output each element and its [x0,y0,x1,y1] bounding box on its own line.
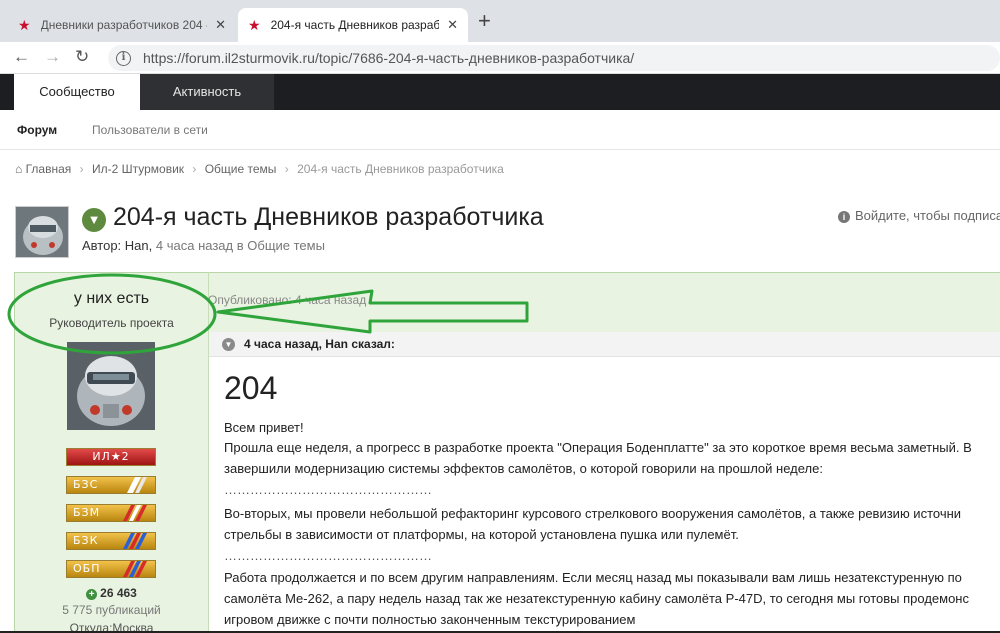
posts-count: 5 775 публикаций [62,603,161,617]
breadcrumb-item[interactable]: Ил-2 Штурмовик [92,162,184,176]
topic-title: 204-я часть Дневников разработчика [113,203,544,231]
tab-title: Дневники разработчиков 204 - Об [40,18,208,32]
quote-author: 4 часа назад, Han сказал: [244,337,395,351]
home-icon: ⌂ [15,162,23,176]
rank-badge: ИЛ★2 [66,448,156,466]
info-icon: i [838,211,850,223]
breadcrumb-separator: › [192,162,197,176]
post-line: Работа продолжается и по всем другим нап… [224,570,962,585]
post-author-name[interactable]: у них есть [14,290,209,308]
badge-label: БЗК [73,534,99,547]
chevron-down-icon[interactable]: ▼ [222,338,235,351]
reputation: +26 463 [14,586,209,600]
breadcrumb-home[interactable]: Главная [26,162,72,176]
breadcrumb-item[interactable]: Общие темы [205,162,277,176]
browser-tab[interactable]: ★ Дневники разработчиков 204 - Об ✕ [8,8,236,42]
url-text: https://forum.il2sturmovik.ru/topic/7686… [143,50,635,66]
browser-tab-strip: ★ Дневники разработчиков 204 - Об ✕ ★ 20… [0,0,1000,42]
post-line: Всем привет! [224,420,304,435]
plus-icon: + [86,589,98,600]
address-bar: ← → ↻ i https://forum.il2sturmovik.ru/to… [0,42,1000,74]
topic-meta: Автор: Han, 4 часа назад в Общие темы [82,238,325,253]
award-badge: БЗК [66,532,156,550]
post-separator: ………………………………………… [224,548,432,563]
post-heading: 204 [224,370,278,406]
post-separator: ………………………………………… [224,482,432,497]
award-badge: БЗС [66,476,156,494]
tab-title: 204-я часть Дневников разработч [270,18,440,32]
tab-activity[interactable]: Активность [140,74,274,110]
post-line: завершили модернизацию системы эффектов … [224,461,823,476]
breadcrumb: ⌂ Главная › Ил-2 Штурмовик › Общие темы … [15,162,504,176]
award-badge: ОБП [66,560,156,578]
author-avatar-small[interactable] [15,206,69,258]
post-author-role: Руководитель проекта [49,316,174,330]
subnav-online-users[interactable]: Пользователи в сети [92,123,208,137]
post-line: Во-вторых, мы провели небольшой рефактор… [224,506,962,521]
forward-arrow-icon[interactable]: → [44,47,61,67]
ribbon-stripes-icon [123,561,147,577]
subnav-forum[interactable]: Форум [17,123,57,137]
badge-label: БЗС [73,478,99,491]
reload-icon[interactable]: ↻ [75,47,89,67]
favicon-star-icon: ★ [248,16,261,33]
published-time: Опубликовано: 4 часа назад [208,293,367,307]
post-author-column: у них есть Руководитель проекта ИЛ★2 БЗС… [14,272,209,633]
ribbon-stripes-icon [123,505,147,521]
pinned-icon: ▼ [82,208,106,232]
favicon-star-icon: ★ [18,16,31,33]
site-info-icon[interactable]: i [116,50,131,66]
author-avatar[interactable] [67,342,155,430]
badge-label: ОБП [73,562,101,575]
breadcrumb-current: 204-я часть Дневников разработчика [297,162,504,176]
new-tab-button[interactable]: + [478,10,491,32]
close-tab-icon[interactable]: ✕ [215,17,226,33]
post-line: игровом движке с почти полностью законче… [224,612,636,627]
topic-time: 4 часа назад в [155,238,244,253]
post-line: стрельбы в зависимости от платформы, на … [224,527,739,542]
ribbon-stripes-icon [127,477,147,493]
back-arrow-icon[interactable]: ← [13,47,30,67]
quote-header[interactable]: ▼ 4 часа назад, Han сказал: [209,332,1000,357]
post-line: самолёта Ме-262, а пару недель назад так… [224,591,969,606]
breadcrumb-separator: › [79,162,84,176]
forum-link[interactable]: Общие темы [247,238,325,253]
breadcrumb-separator: › [284,162,289,176]
reputation-value: 26 463 [100,586,137,600]
close-tab-icon[interactable]: ✕ [447,17,458,33]
author-label: Автор: [82,238,122,253]
ribbon-stripes-icon [123,533,147,549]
follow-prompt[interactable]: i Войдите, чтобы подписат [838,208,1000,223]
sub-nav: Форум Пользователи в сети [0,110,1000,150]
tab-community[interactable]: Сообщество [14,74,140,110]
follow-text: Войдите, чтобы подписат [855,208,1000,223]
browser-tab-active[interactable]: ★ 204-я часть Дневников разработч ✕ [238,8,468,42]
award-badge: БЗМ [66,504,156,522]
post-line: Прошла еще неделя, а прогресс в разработ… [224,440,972,455]
post-content: ▼ 4 часа назад, Han сказал: 204 Всем при… [209,332,1000,633]
author-link[interactable]: Han, [125,238,152,253]
url-field[interactable]: i https://forum.il2sturmovik.ru/topic/76… [108,45,1000,71]
badge-label: БЗМ [73,506,101,519]
site-nav-bar: Сообщество Активность [0,74,1000,110]
